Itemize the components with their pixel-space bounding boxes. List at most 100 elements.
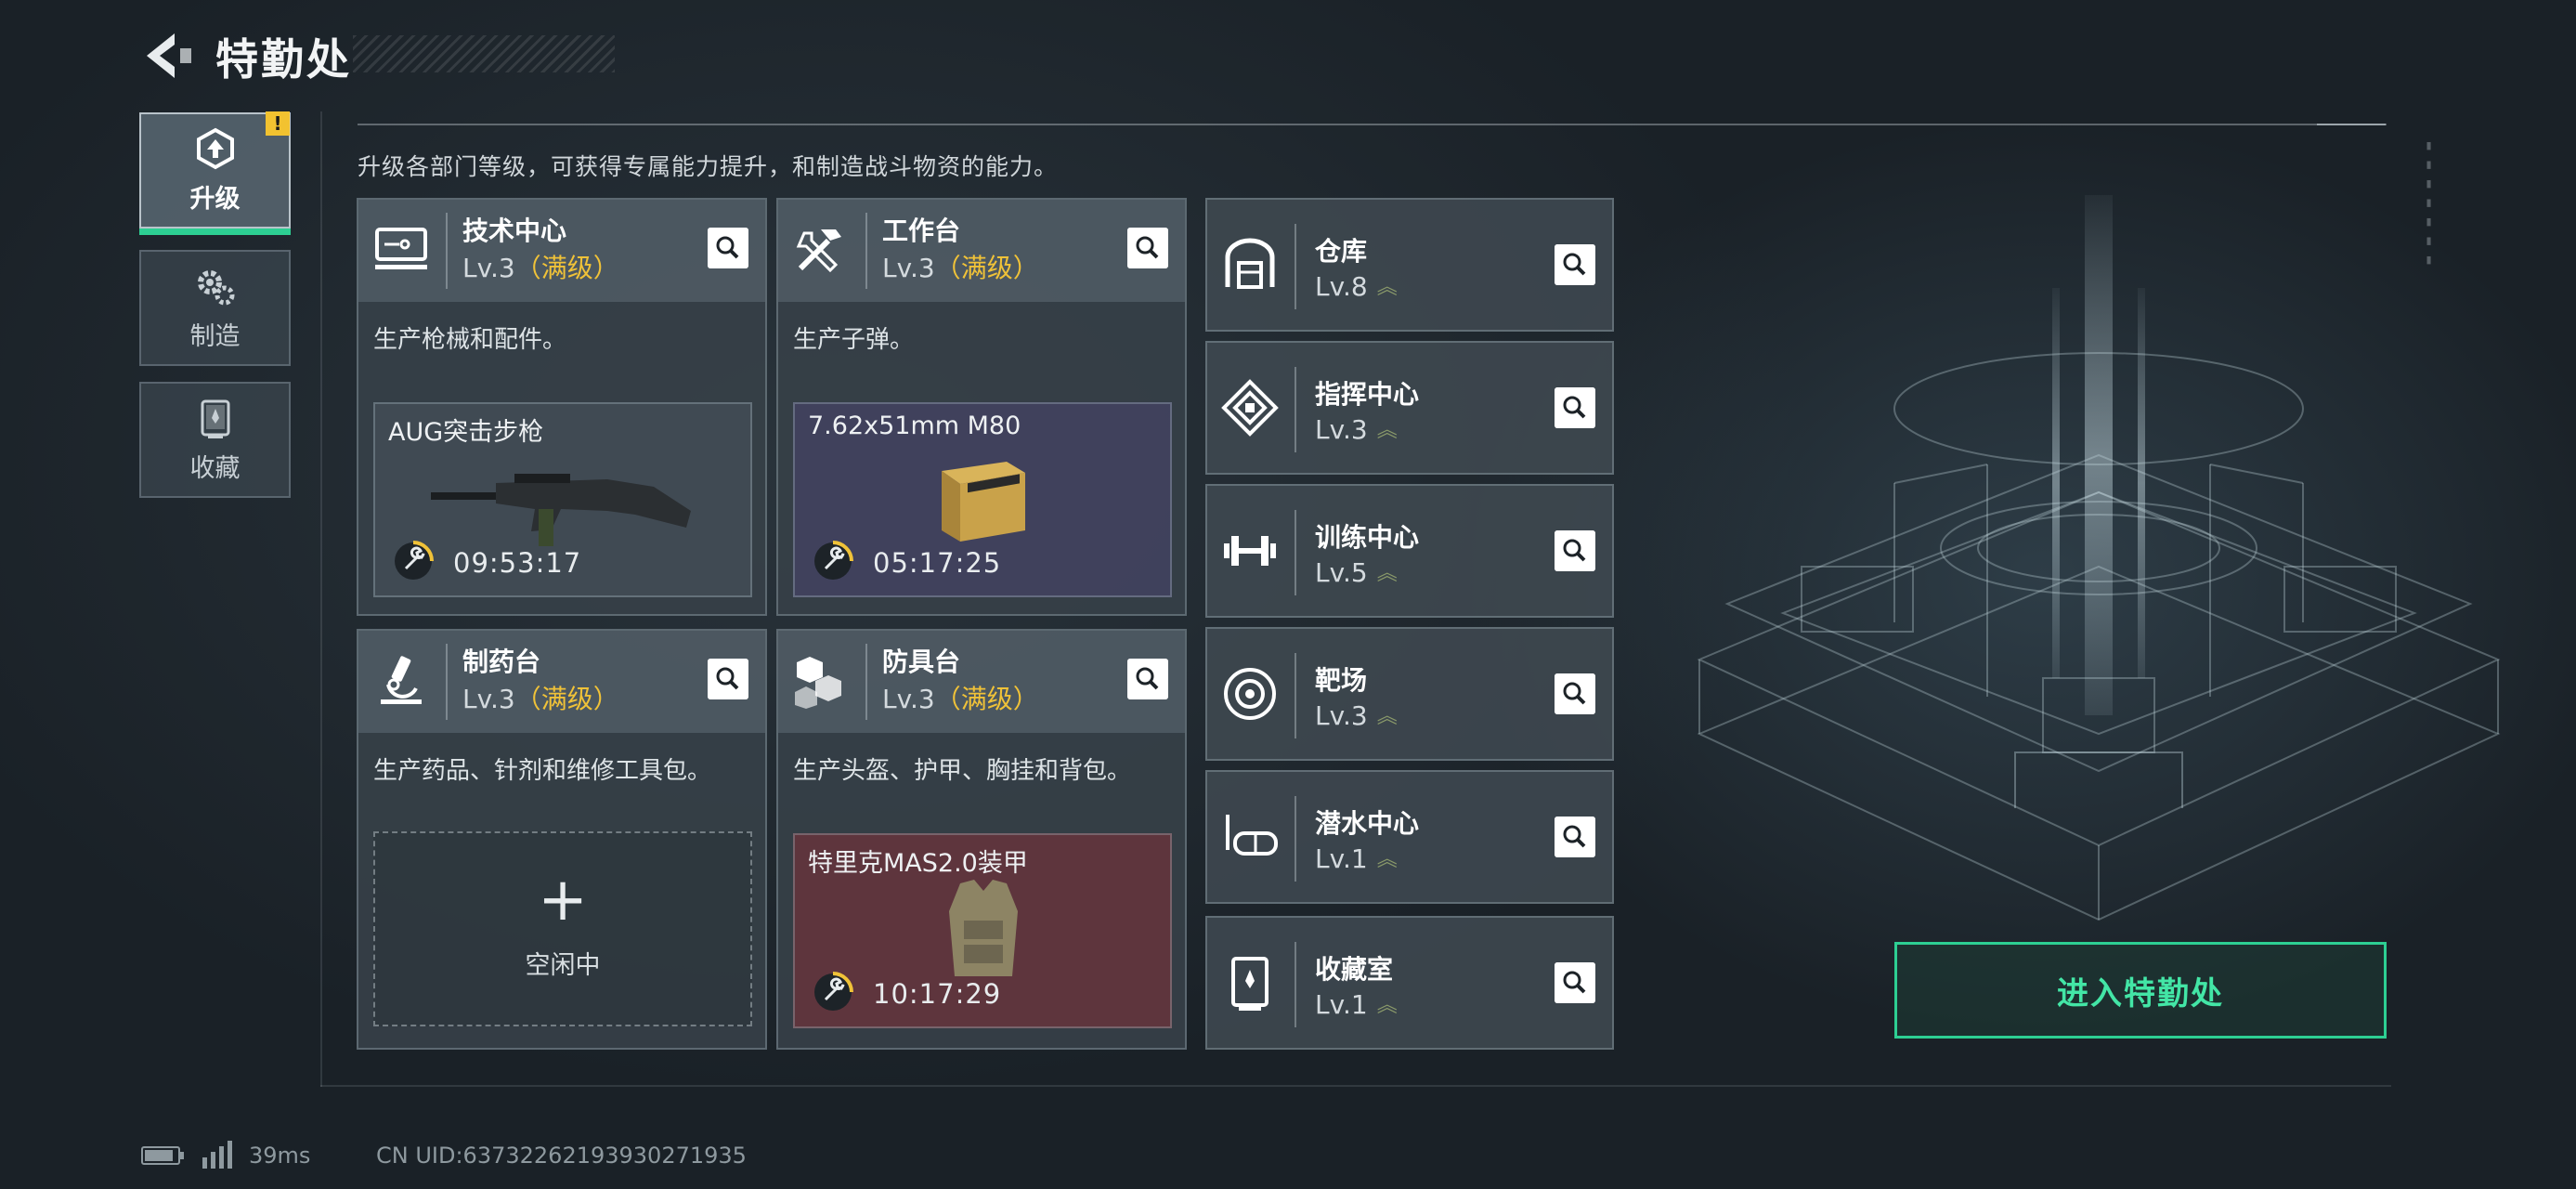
timer-wrench-icon [814, 541, 853, 580]
station-level: Lv.3（满级） [882, 684, 1039, 714]
facility-name: 靶场 [1315, 665, 1368, 696]
back-arrow-icon[interactable] [139, 28, 195, 84]
facility-name: 潜水中心 [1315, 808, 1420, 839]
collection-icon [201, 399, 229, 438]
station-description: 生产枪械和配件。 [373, 326, 567, 354]
search-icon[interactable] [1555, 817, 1595, 857]
page-description: 升级各部门等级，可获得专属能力提升，和制造战斗物资的能力。 [358, 153, 1059, 180]
production-timer: 09:53:17 [453, 547, 582, 579]
gears-icon [197, 270, 234, 306]
tab-active-indicator [139, 229, 291, 235]
station-description: 生产药品、针剂和维修工具包。 [373, 757, 712, 785]
facility-level: Lv.1 ︽ [1315, 989, 1398, 1020]
search-icon[interactable] [1555, 530, 1595, 571]
production-timer: 05:17:25 [873, 547, 1002, 579]
production-slot[interactable]: AUG突击步枪 09:53:17 [373, 402, 752, 597]
station-description: 生产子弹。 [793, 326, 915, 354]
player-uid: CN UID:63732262193930271935 [376, 1143, 747, 1169]
card-separator [865, 644, 867, 720]
decorative-side-code: ▮ ▮ ▮ ▮ ▮ ▮ ▮ [2423, 139, 2435, 268]
facility-command-center[interactable]: 指挥中心 Lv.3 ︽ [1205, 341, 1614, 475]
trophy-case-icon [1231, 957, 1268, 1011]
command-icon [1221, 379, 1279, 437]
station-card-workbench[interactable]: 工作台 Lv.3（满级） 生产子弹。 7.62x51mm M80 05:17:2… [776, 198, 1187, 616]
tab-craft[interactable]: 制造 [139, 250, 291, 366]
product-name: AUG突击步枪 [388, 418, 544, 447]
facility-separator [1295, 367, 1296, 452]
card-separator [446, 213, 448, 289]
station-level: Lv.3（满级） [462, 684, 619, 714]
facility-name: 收藏室 [1315, 954, 1394, 985]
facility-separator [1295, 510, 1296, 595]
level-up-chevron-icon: ︽ [1376, 848, 1398, 871]
station-card-pharmacy[interactable]: 制药台 Lv.3（满级） 生产药品、针剂和维修工具包。 + 空闲中 [357, 629, 767, 1050]
ping-readout: 39ms [249, 1143, 311, 1169]
card-separator [865, 213, 867, 289]
idle-label: 空闲中 [525, 951, 601, 980]
search-icon[interactable] [1555, 673, 1595, 714]
max-level-tag: （满级） [934, 253, 1039, 283]
top-divider-end [2317, 124, 2386, 125]
station-name: 技术中心 [462, 216, 567, 246]
search-icon[interactable] [1127, 659, 1168, 699]
card-separator [446, 644, 448, 720]
search-icon[interactable] [1555, 962, 1595, 1003]
search-icon[interactable] [1555, 244, 1595, 285]
facility-warehouse[interactable]: 仓库 Lv.8 ︽ [1205, 198, 1614, 332]
search-icon[interactable] [1127, 228, 1168, 268]
alert-badge: ! [266, 111, 290, 136]
timer-wrench-icon [814, 972, 853, 1011]
signal-icon [202, 1141, 232, 1169]
facility-level: Lv.3 ︽ [1315, 700, 1398, 731]
facility-level: Lv.5 ︽ [1315, 557, 1398, 588]
max-level-tag: （满级） [514, 253, 619, 283]
level-up-chevron-icon: ︽ [1376, 276, 1398, 299]
facility-shooting-range[interactable]: 靶场 Lv.3 ︽ [1205, 627, 1614, 761]
station-card-armor-bench[interactable]: 防具台 Lv.3（满级） 生产头盔、护甲、胸挂和背包。 特里克MAS2.0装甲 … [776, 629, 1187, 1050]
search-icon[interactable] [1555, 387, 1595, 428]
top-divider [358, 124, 2387, 125]
production-slot[interactable]: 特里克MAS2.0装甲 10:17:29 [793, 833, 1172, 1028]
production-timer: 10:17:29 [873, 978, 1002, 1010]
station-name: 防具台 [882, 647, 961, 677]
warehouse-icon [1225, 238, 1275, 289]
add-production-icon: + [538, 866, 588, 934]
level-up-chevron-icon: ︽ [1376, 994, 1398, 1017]
idle-slot[interactable]: + 空闲中 [373, 831, 752, 1026]
station-level: Lv.3（满级） [882, 253, 1039, 283]
product-name: 7.62x51mm M80 [808, 412, 1021, 440]
base-hologram-art [1697, 195, 2501, 921]
tab-collection[interactable]: 收藏 [139, 382, 291, 498]
search-icon[interactable] [708, 228, 748, 268]
station-card-tech-center[interactable]: 技术中心 Lv.3（满级） 生产枪械和配件。 AUG突击步枪 09:53:17 [357, 198, 767, 616]
dumbbell-icon [1224, 536, 1276, 566]
station-name: 制药台 [462, 647, 541, 677]
title-stripes-decor [353, 35, 615, 72]
facility-diving-center[interactable]: 潜水中心 Lv.1 ︽ [1205, 770, 1614, 904]
diving-mask-icon [1226, 815, 1278, 856]
facility-name: 指挥中心 [1315, 379, 1420, 410]
facility-separator [1295, 653, 1296, 738]
enter-special-ops-button[interactable]: 进入特勤处 [1894, 942, 2387, 1039]
level-up-chevron-icon: ︽ [1376, 419, 1398, 442]
level-up-chevron-icon: ︽ [1376, 562, 1398, 585]
tab-upgrade-label: 升级 [189, 185, 241, 214]
armor-vest-image [949, 880, 1018, 976]
facility-training-center[interactable]: 训练中心 Lv.5 ︽ [1205, 484, 1614, 618]
production-slot[interactable]: 7.62x51mm M80 05:17:25 [793, 402, 1172, 597]
tab-collection-label: 收藏 [189, 454, 241, 483]
facility-collection-room[interactable]: 收藏室 Lv.1 ︽ [1205, 916, 1614, 1050]
facility-level: Lv.3 ︽ [1315, 414, 1398, 445]
boxes-icon [795, 657, 841, 709]
station-name: 工作台 [882, 216, 961, 246]
search-icon[interactable] [708, 659, 748, 699]
level-up-chevron-icon: ︽ [1376, 705, 1398, 728]
tab-craft-label: 制造 [189, 322, 241, 351]
facility-separator [1295, 796, 1296, 882]
battery-icon [141, 1146, 184, 1165]
timer-wrench-icon [395, 541, 434, 580]
max-level-tag: （满级） [934, 684, 1039, 714]
target-icon [1224, 668, 1276, 720]
facility-name: 训练中心 [1315, 522, 1420, 553]
station-description: 生产头盔、护甲、胸挂和背包。 [793, 757, 1132, 785]
